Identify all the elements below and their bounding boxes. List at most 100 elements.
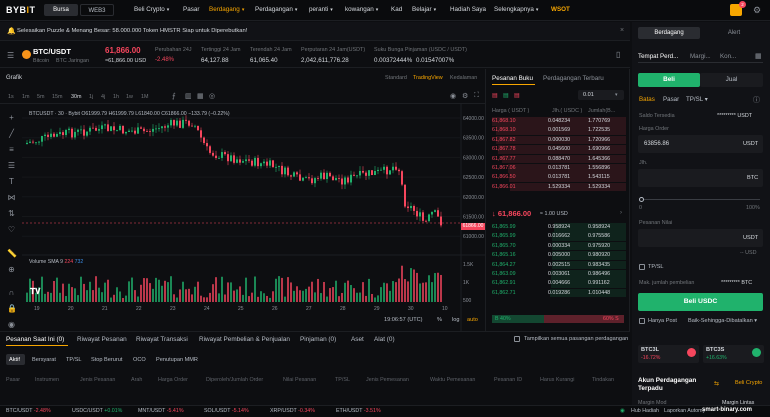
fullscreen-icon[interactable]: ⛶ xyxy=(474,92,479,100)
nav-trade[interactable]: Berdagang ▾ xyxy=(209,6,244,13)
orderbook-row[interactable]: 61,865.16 0.005000 0.980920 xyxy=(490,251,626,260)
interval-1s[interactable]: 1s xyxy=(8,94,14,100)
ruler-icon[interactable]: 📏 xyxy=(7,249,17,258)
tab-buy-sell-history[interactable]: Riwayat Pembelian & Penjualan xyxy=(199,336,290,343)
network-name[interactable]: BTC Jaringan xyxy=(56,58,89,64)
interval-1m[interactable]: 1m xyxy=(22,94,30,100)
interval-1w[interactable]: 1w xyxy=(126,94,133,100)
interval-30m[interactable]: 30m xyxy=(71,94,82,100)
percent-toggle[interactable]: % xyxy=(437,317,442,323)
otype-limit[interactable]: Batas xyxy=(639,96,655,103)
measure-icon[interactable]: ⇅ xyxy=(7,209,16,218)
nav-tools[interactable]: peranti ▾ xyxy=(309,6,333,13)
orderbook-row[interactable]: 61,868.10 0.048234 1.770769 xyxy=(490,117,626,126)
buy-submit-button[interactable]: Beli USDC xyxy=(638,293,763,311)
eye-icon[interactable]: ◉ xyxy=(7,320,16,329)
tab-order-book[interactable]: Pesanan Buku xyxy=(492,75,533,82)
view-bids-icon[interactable]: ▤ xyxy=(503,92,509,99)
banner-text[interactable]: Selesaikan Puzzle & Menang Besar: 58.000… xyxy=(17,28,247,34)
interval-1h[interactable]: 1j xyxy=(89,94,93,100)
btc3s-card[interactable]: BTC3S +16.63% xyxy=(703,345,764,363)
footer-ticker-item[interactable]: USDC/USDT +0.01% xyxy=(72,406,122,417)
interval-15m[interactable]: 15m xyxy=(52,94,63,100)
amount-slider[interactable] xyxy=(641,199,760,200)
heart-icon[interactable]: ♡ xyxy=(7,225,16,234)
info-icon[interactable]: ⓘ xyxy=(753,95,760,105)
sell-side-button[interactable]: Jual xyxy=(700,73,763,87)
nav-buy-crypto[interactable]: Beli Crypto ▾ xyxy=(134,6,169,13)
camera-icon[interactable]: ◉ xyxy=(450,92,456,100)
magnet-icon[interactable]: ∩ xyxy=(7,288,16,297)
orderbook-row[interactable]: 61,865.99 0.958924 0.958924 xyxy=(490,223,626,232)
auto-toggle[interactable]: auto xyxy=(467,317,478,323)
nav-more[interactable]: Selengkapnya ▾ xyxy=(494,6,538,13)
subtab-oco[interactable]: OCO xyxy=(133,357,146,363)
log-toggle[interactable]: log xyxy=(452,317,459,323)
orderbook-row[interactable]: 61,867.06 0.013781 1.556896 xyxy=(490,164,626,173)
horizontal-line-icon[interactable]: ≡ xyxy=(7,145,16,154)
type-convert[interactable]: Kon... xyxy=(720,53,736,60)
interval-1M[interactable]: 1M xyxy=(141,94,149,100)
lock-icon[interactable]: 🔒 xyxy=(7,304,17,313)
orderbook-row[interactable]: 61,863.09 0.003061 0.986496 xyxy=(490,270,626,279)
subtab-active[interactable]: Aktif xyxy=(9,357,20,363)
footer-ticker-item[interactable]: BTC/USDT -2.48% xyxy=(6,406,51,417)
precision-select[interactable]: 0.01 ▾ xyxy=(578,90,624,100)
orderbook-row[interactable]: 61,867.82 0.000030 1.720966 xyxy=(490,135,626,145)
subtab-tpsl[interactable]: TP/SL xyxy=(66,357,82,363)
tab-open-orders[interactable]: Pesanan Saat Ini (0) xyxy=(6,336,64,343)
tab-trade[interactable]: Berdagang xyxy=(638,27,700,39)
orderbook-row[interactable]: 61,866.01 1.529334 1.529334 xyxy=(490,182,626,192)
gear-icon[interactable]: ⚙ xyxy=(462,92,468,100)
orderbook-row[interactable]: 61,865.99 0.016662 0.975586 xyxy=(490,232,626,241)
tpsl-checkbox[interactable] xyxy=(639,264,645,270)
orderbook-row[interactable]: 61,865.70 0.000334 0.975920 xyxy=(490,241,626,251)
more-icon[interactable]: › xyxy=(620,210,622,216)
buy-crypto-link[interactable]: Beli Crypto xyxy=(735,380,762,386)
bybit-logo[interactable]: BYBIT xyxy=(6,5,36,15)
tab-loans[interactable]: Pinjaman (0) xyxy=(300,336,336,343)
subtab-conditional[interactable]: Bersyarat xyxy=(32,357,56,363)
settings-chart-icon[interactable]: ◎ xyxy=(209,92,215,100)
tab-tools[interactable]: Alat (0) xyxy=(374,336,395,343)
rewards-hub-link[interactable]: Hub Hadiah xyxy=(631,406,659,417)
view-tradingview[interactable]: TradingView xyxy=(413,75,443,81)
orderbook-row[interactable]: 61,867.77 0.088470 1.645366 xyxy=(490,154,626,164)
candle-type-icon[interactable]: ▥ xyxy=(185,92,192,100)
interval-1d[interactable]: 1h xyxy=(113,94,119,100)
pattern-icon[interactable]: ⋈ xyxy=(7,193,16,202)
nav-rewards[interactable]: Hadiah Saya xyxy=(450,6,486,13)
tab-recent-trades[interactable]: Perdagangan Terbaru xyxy=(543,75,604,82)
orderbook-row[interactable]: 61,868.10 0.001569 1.722535 xyxy=(490,126,626,135)
tab-alert[interactable]: Alert xyxy=(703,27,765,39)
type-margin[interactable]: Margi... xyxy=(690,53,711,60)
post-only-checkbox[interactable] xyxy=(639,318,645,324)
price-chart[interactable]: 64000.00 63500.00 63000.00 62500.00 62000.00… xyxy=(22,104,486,331)
zoom-in-icon[interactable]: ⊕ xyxy=(7,265,16,274)
otype-market[interactable]: Pasar xyxy=(663,96,679,103)
nav-learn[interactable]: Belajar ▾ xyxy=(412,6,436,13)
layout-icon[interactable]: ▦ xyxy=(197,92,204,100)
book-icon[interactable]: ▯ xyxy=(616,50,620,59)
btc3l-card[interactable]: BTC3L -16.72% xyxy=(638,345,699,363)
show-all-checkbox[interactable] xyxy=(514,336,520,342)
orderbook-row[interactable]: 61,862.91 0.004666 0.991162 xyxy=(490,279,626,288)
footer-ticker-item[interactable]: XRP/USDT -0.34% xyxy=(270,406,315,417)
trendline-icon[interactable]: ╱ xyxy=(7,129,16,138)
orderbook-row[interactable]: 61,866.50 0.013781 1.543115 xyxy=(490,173,626,182)
close-icon[interactable]: × xyxy=(620,27,624,34)
nav-derivatives[interactable]: Perdagangan ▾ xyxy=(255,6,297,13)
settings-icon[interactable]: ⚙ xyxy=(753,4,765,16)
web3-toggle[interactable]: WEB3 xyxy=(80,4,114,16)
view-depth[interactable]: Kedalaman xyxy=(450,75,477,81)
pair-name[interactable]: BTC/USDT xyxy=(33,47,71,56)
view-asks-icon[interactable]: ▤ xyxy=(514,92,520,99)
otype-tpsl[interactable]: TP/SL ▾ xyxy=(686,96,708,103)
interval-5m[interactable]: 5m xyxy=(37,94,45,100)
nav-wsot[interactable]: WSOT xyxy=(551,6,570,13)
bursa-toggle[interactable]: Bursa xyxy=(44,4,78,16)
menu-icon[interactable]: ☰ xyxy=(7,51,14,60)
value-input[interactable]: USDT xyxy=(638,229,763,247)
crosshair-icon[interactable]: + xyxy=(7,113,16,122)
tif-select[interactable]: Baik-Sehingga-Dibatalkan ▾ xyxy=(688,318,757,324)
